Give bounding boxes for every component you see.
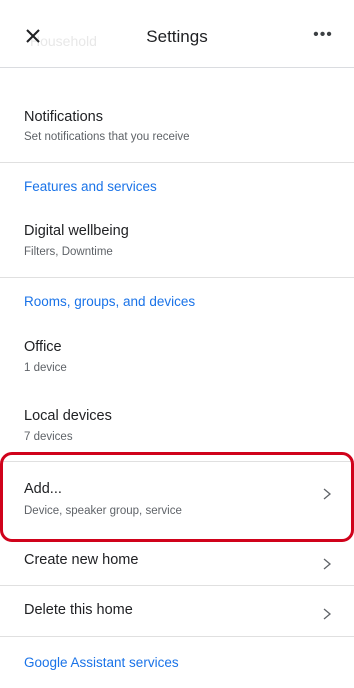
divider xyxy=(0,585,354,586)
chevron-right-icon xyxy=(323,558,332,570)
notifications-item[interactable]: Notifications Set notifications that you… xyxy=(0,100,354,160)
section-header-assistant: Google Assistant services xyxy=(24,655,179,670)
create-new-home-label: Create new home xyxy=(24,552,139,568)
divider xyxy=(0,162,354,163)
add-subtitle: Device, speaker group, service xyxy=(24,505,182,517)
office-subtitle: 1 device xyxy=(24,362,67,374)
digital-wellbeing-subtitle: Filters, Downtime xyxy=(24,246,113,258)
office-label: Office xyxy=(24,339,62,355)
add-item[interactable]: Add... Device, speaker group, service xyxy=(0,470,354,530)
section-header-features: Features and services xyxy=(24,179,157,194)
digital-wellbeing-label: Digital wellbeing xyxy=(24,223,129,239)
divider xyxy=(0,636,354,637)
section-header-rooms: Rooms, groups, and devices xyxy=(24,294,196,309)
page-title: Settings xyxy=(146,27,208,46)
local-devices-item[interactable]: Local devices 7 devices xyxy=(0,399,354,454)
add-label: Add... xyxy=(24,481,62,497)
notifications-label: Notifications xyxy=(24,109,103,125)
chevron-right-icon xyxy=(323,488,332,500)
local-devices-label: Local devices xyxy=(24,408,112,424)
notifications-subtitle: Set notifications that you receive xyxy=(24,131,190,143)
delete-this-home-label: Delete this home xyxy=(24,602,133,618)
more-options-button[interactable]: ••• xyxy=(312,25,334,47)
chevron-right-icon xyxy=(323,608,332,620)
divider xyxy=(0,277,354,278)
local-devices-subtitle: 7 devices xyxy=(24,431,73,443)
digital-wellbeing-item[interactable]: Digital wellbeing Filters, Downtime xyxy=(0,214,354,274)
create-new-home-item[interactable]: Create new home xyxy=(0,543,354,583)
divider xyxy=(0,461,354,462)
room-item-office[interactable]: Office 1 device xyxy=(0,330,354,385)
delete-this-home-item[interactable]: Delete this home xyxy=(0,592,354,632)
top-app-bar: Household Settings ••• xyxy=(0,0,354,68)
more-horiz-icon: ••• xyxy=(313,26,333,43)
